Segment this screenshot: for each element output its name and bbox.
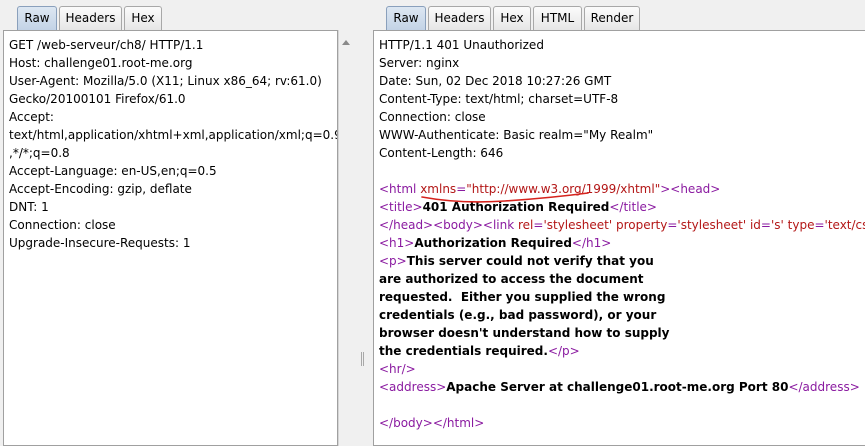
response-tab-hex[interactable]: Hex (493, 6, 531, 30)
html-tag: </h1> (571, 236, 612, 250)
response-body-line: <address>Apache Server at challenge01.ro… (379, 378, 865, 396)
response-editor[interactable]: HTTP/1.1 401 Unauthorized Server: nginx Da… (373, 30, 865, 446)
response-header-line: Content-Length: 646 (379, 146, 504, 160)
html-attribute: rel (518, 218, 534, 232)
html-tag: <address> (379, 380, 447, 394)
response-body-line: <p>This server could not verify that you (379, 252, 865, 270)
request-tab-headers[interactable]: Headers (59, 6, 122, 30)
pane-splitter[interactable] (354, 0, 370, 446)
request-line: Upgrade-Insecure-Requests: 1 (9, 236, 191, 250)
html-tag: = (760, 218, 771, 232)
html-attribute: 'stylesheet' (543, 218, 613, 232)
request-line: GET /web-serveur/ch8/ HTTP/1.1 (9, 38, 204, 52)
request-tab-raw[interactable]: Raw (17, 6, 57, 30)
response-tab-html[interactable]: HTML (533, 6, 582, 30)
html-tag: = (533, 218, 544, 232)
request-line: Connection: close (9, 218, 116, 232)
html-tag: <hr/> (379, 362, 416, 376)
html-attribute: id (749, 218, 761, 232)
request-line: Accept-Encoding: gzip, deflate (9, 182, 192, 196)
html-tag: <title> (379, 200, 423, 214)
response-body-line: browser doesn't understand how to supply (379, 324, 865, 342)
response-body-line (379, 396, 865, 414)
html-attribute: 'text/css' (824, 218, 865, 232)
html-tag: </body></html> (379, 416, 485, 430)
html-text: browser doesn't understand how to supply (379, 326, 670, 340)
request-scrollbar[interactable] (338, 30, 352, 446)
html-tag: </head><body><link (379, 218, 518, 232)
html-text: credentials (e.g., bad password), or you… (379, 308, 657, 322)
response-body-line: the credentials required.</p> (379, 342, 865, 360)
request-line: Host: challenge01.root-me.org (9, 56, 193, 70)
response-header-line: Date: Sun, 02 Dec 2018 10:27:26 GMT (379, 74, 612, 88)
red-underline-annotation (421, 192, 589, 203)
request-tabbar: Raw Headers Hex (0, 0, 354, 30)
response-pane: Raw Headers Hex HTML Render HTTP/1.1 401… (370, 0, 865, 446)
response-text: HTTP/1.1 401 Unauthorized Server: nginx Da… (379, 36, 865, 432)
html-attribute: property (615, 218, 668, 232)
html-attribute: 'stylesheet' (677, 218, 747, 232)
response-header-line: Content-Type: text/html; charset=UTF-8 (379, 92, 619, 106)
response-tab-headers[interactable]: Headers (428, 6, 491, 30)
html-attribute: type (787, 218, 815, 232)
response-body-line: <hr/> (379, 360, 865, 378)
html-tag: </title> (609, 200, 657, 214)
request-tab-hex[interactable]: Hex (124, 6, 162, 30)
html-text: are authorized to access the document (379, 272, 644, 286)
response-header-line: Server: nginx (379, 56, 460, 70)
response-body-line: </head><body><link rel='stylesheet' prop… (379, 216, 865, 234)
response-tabbar: Raw Headers Hex HTML Render (370, 0, 865, 30)
request-line: Gecko/20100101 Firefox/61.0 (9, 92, 186, 106)
html-tag: = (814, 218, 825, 232)
html-attribute: 's' (770, 218, 784, 232)
request-line: DNT: 1 (9, 200, 49, 214)
response-body-line: requested. Either you supplied the wrong (379, 288, 865, 306)
html-text: Authorization Required (414, 236, 572, 250)
request-line: text/html,application/xhtml+xml,applicat… (9, 128, 338, 142)
request-text: GET /web-serveur/ch8/ HTTP/1.1 Host: chal… (9, 36, 338, 252)
html-text: requested. Either you supplied the wrong (379, 290, 666, 304)
scroll-up-arrow-icon[interactable] (342, 40, 350, 45)
request-line: Accept-Language: en-US,en;q=0.5 (9, 164, 217, 178)
response-body-line: </body></html> (379, 414, 865, 432)
splitter-grip-icon[interactable] (361, 352, 364, 366)
html-tag: </address> (788, 380, 860, 394)
request-pane: Raw Headers Hex GET /web-serveur/ch8/ HT… (0, 0, 354, 446)
response-body-line: credentials (e.g., bad password), or you… (379, 306, 865, 324)
response-header-line: HTTP/1.1 401 Unauthorized (379, 38, 544, 52)
html-text: Apache Server at challenge01.root-me.org… (446, 380, 789, 394)
html-tag: = (667, 218, 678, 232)
response-body-line: are authorized to access the document (379, 270, 865, 288)
response-tab-render[interactable]: Render (584, 6, 640, 30)
html-tag: <h1> (379, 236, 415, 250)
html-tag: ><head> (660, 182, 721, 196)
html-text: This server could not verify that you (406, 254, 654, 268)
html-tag: </p> (547, 344, 580, 358)
response-body-line: <h1>Authorization Required</h1> (379, 234, 865, 252)
html-tag: <p> (379, 254, 407, 268)
response-header-line: Connection: close (379, 110, 486, 124)
html-text: the credentials required. (379, 344, 548, 358)
response-header-line: WWW-Authenticate: Basic realm="My Realm" (379, 128, 654, 142)
html-tag: <html (379, 182, 421, 196)
request-line: User-Agent: Mozilla/5.0 (X11; Linux x86_… (9, 74, 322, 88)
request-editor[interactable]: GET /web-serveur/ch8/ HTTP/1.1 Host: chal… (3, 30, 338, 446)
request-line: Accept: (9, 110, 54, 124)
response-tab-raw[interactable]: Raw (386, 6, 426, 30)
request-line: ,*/*;q=0.8 (9, 146, 70, 160)
